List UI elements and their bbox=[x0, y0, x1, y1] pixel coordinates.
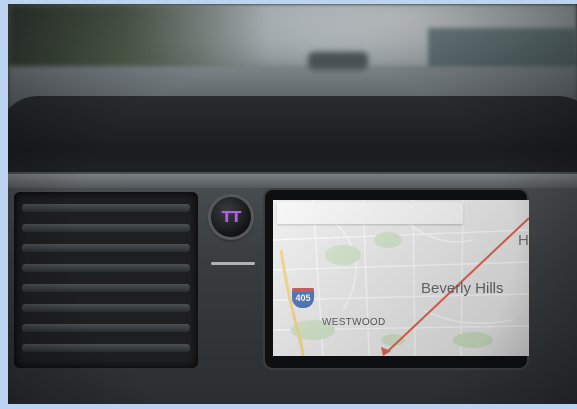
vent-slat bbox=[22, 204, 190, 212]
vent-slat bbox=[22, 264, 190, 272]
highway-shield-icon: 405 bbox=[292, 288, 314, 308]
air-vent bbox=[14, 192, 198, 368]
map-label-edge: H bbox=[518, 232, 529, 249]
logo-button[interactable]: TT bbox=[211, 197, 251, 237]
vent-slat bbox=[22, 344, 190, 352]
vent-slat bbox=[22, 224, 190, 232]
vent-slat bbox=[22, 304, 190, 312]
blurred-car bbox=[308, 52, 368, 70]
vent-slat bbox=[22, 284, 190, 292]
brand-logo-icon: TT bbox=[221, 208, 242, 226]
vent-slat bbox=[22, 244, 190, 252]
dashboard-trim bbox=[8, 174, 577, 188]
map-label-beverly-hills: Beverly Hills bbox=[421, 280, 504, 297]
logo-underline bbox=[211, 262, 255, 265]
navigation-screen[interactable]: 405 WESTWOOD Beverly Hills H bbox=[273, 200, 529, 356]
photo-frame: TT 405 WESTWOOD Beverly Hills H bbox=[8, 4, 577, 404]
vent-slat bbox=[22, 324, 190, 332]
route-line bbox=[381, 217, 529, 356]
highway-number: 405 bbox=[295, 293, 311, 303]
map-label-westwood: WESTWOOD bbox=[322, 317, 386, 328]
